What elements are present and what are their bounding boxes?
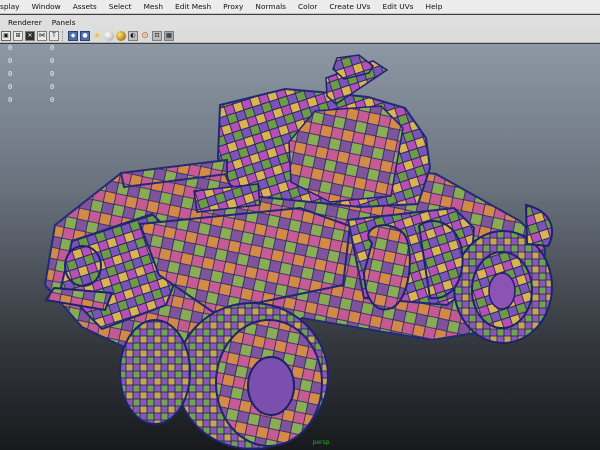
default-material-icon[interactable] [104, 31, 114, 41]
material-sphere-icon[interactable] [116, 31, 126, 41]
wireframe-toggle-icon[interactable]: ✕ [25, 31, 35, 41]
menu-window[interactable]: Window [26, 0, 67, 13]
panel-toolbar: ▣ ⊞ ✕ ⋈ T ◆ ● ★ ◐ ⊙ ⊡ ▦ [0, 30, 600, 43]
isolate-select-icon[interactable]: ⊙ [140, 31, 150, 41]
menu-create-uvs[interactable]: Create UVs [323, 0, 376, 13]
hud-value: 0 [8, 70, 13, 78]
hud-value: 0 [8, 44, 13, 52]
hud-value: 0 [50, 44, 55, 52]
hud-value: 0 [50, 70, 55, 78]
camera-name-label: persp [312, 439, 330, 446]
toolbar-separator [62, 31, 65, 41]
menu-assets[interactable]: Assets [67, 0, 103, 13]
hud-value: 0 [8, 57, 13, 65]
xray-icon[interactable]: ◐ [128, 31, 138, 41]
grid-icon[interactable]: ▦ [164, 31, 174, 41]
panel-menu-renderer[interactable]: Renderer [8, 18, 42, 27]
frame-all-icon[interactable]: ⊡ [152, 31, 162, 41]
menu-mesh[interactable]: Mesh [138, 0, 169, 13]
hud-value: 0 [50, 57, 55, 65]
armored-car-model[interactable] [43, 54, 554, 450]
hud-value: 0 [50, 96, 55, 104]
menu-edit-uvs[interactable]: Edit UVs [377, 0, 420, 13]
hud-value: 0 [50, 83, 55, 91]
menu-proxy[interactable]: Proxy [217, 0, 249, 13]
menu-help[interactable]: Help [420, 0, 449, 13]
menu-color[interactable]: Color [292, 0, 323, 13]
hud-value: 0 [8, 83, 13, 91]
perspective-viewport[interactable]: 0 0 0 0 0 0 0 0 0 0 [0, 44, 600, 450]
viewport-scene [43, 54, 554, 450]
main-menubar: isplay Window Assets Select Mesh Edit Mesh Pro… [0, 0, 600, 14]
menu-isplay[interactable]: isplay [0, 0, 26, 13]
smooth-cube-icon[interactable]: ● [80, 31, 90, 41]
menu-normals[interactable]: Normals [249, 0, 292, 13]
light-icon[interactable]: ★ [92, 31, 102, 41]
text-icon[interactable]: T [49, 31, 59, 41]
menu-select[interactable]: Select [103, 0, 138, 13]
texture-display-icon[interactable]: ⋈ [37, 31, 47, 41]
mask-tool-icon[interactable]: ▣ [1, 31, 11, 41]
panel-menu-panels[interactable]: Panels [52, 18, 76, 27]
panel-menubar: Renderer Panels [0, 15, 600, 30]
shaded-cube-icon[interactable]: ◆ [68, 31, 78, 41]
grid-toggle-icon[interactable]: ⊞ [13, 31, 23, 41]
hud-value: 0 [8, 96, 13, 104]
menu-edit-mesh[interactable]: Edit Mesh [169, 0, 217, 13]
